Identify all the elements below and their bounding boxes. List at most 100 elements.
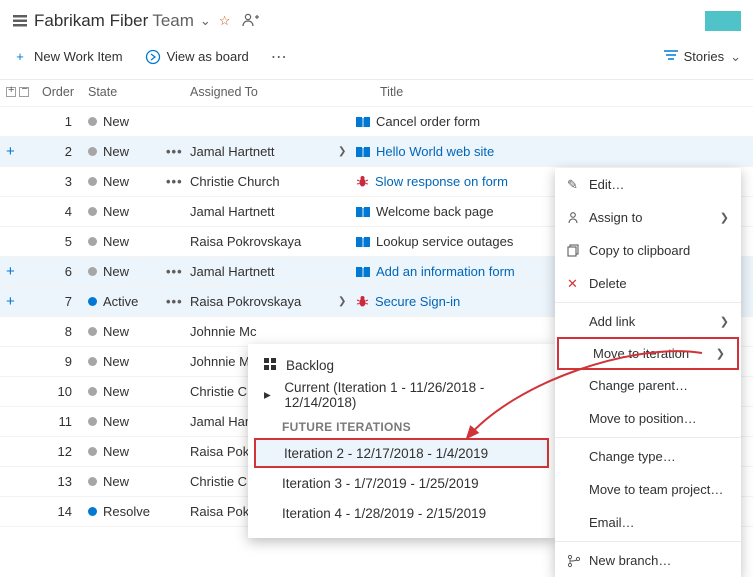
team-members-icon[interactable] bbox=[242, 13, 260, 30]
state-dot-icon bbox=[88, 267, 97, 276]
row-state: New bbox=[82, 144, 166, 159]
flyout-future-header: FUTURE ITERATIONS bbox=[248, 410, 555, 438]
add-child-icon[interactable]: + bbox=[6, 143, 15, 160]
expand-chevron-icon[interactable]: ❯ bbox=[338, 146, 352, 157]
row-more-icon[interactable]: ••• bbox=[166, 144, 190, 159]
view-as-board-label: View as board bbox=[167, 49, 249, 64]
column-assigned[interactable]: Assigned To bbox=[190, 85, 362, 99]
book-icon bbox=[356, 266, 370, 278]
flyout-iteration-3[interactable]: Iteration 3 - 1/7/2019 - 1/25/2019 bbox=[248, 468, 555, 498]
separator bbox=[555, 302, 741, 303]
add-child-icon[interactable]: + bbox=[6, 293, 15, 310]
state-dot-icon bbox=[88, 147, 97, 156]
row-order: 1 bbox=[38, 114, 82, 129]
team-label: Team bbox=[152, 11, 194, 31]
row-order: 10 bbox=[38, 384, 82, 399]
book-icon bbox=[356, 206, 370, 218]
column-state[interactable]: State bbox=[82, 85, 166, 99]
row-assigned: Christie Church bbox=[190, 174, 338, 189]
row-more-icon[interactable]: ••• bbox=[166, 294, 190, 309]
add-child-icon[interactable]: + bbox=[6, 263, 15, 280]
ctx-email[interactable]: Email… bbox=[555, 506, 741, 539]
row-order: 9 bbox=[38, 354, 82, 369]
table-row[interactable]: + 2 New ••• Jamal Hartnett ❯ Hello World… bbox=[0, 137, 753, 167]
row-assigned: Raisa Pokrovskaya bbox=[190, 234, 338, 249]
table-row[interactable]: + 1 New Cancel order form bbox=[0, 107, 753, 137]
row-title[interactable]: Cancel order form bbox=[352, 114, 747, 129]
flyout-current[interactable]: ▸ Current (Iteration 1 - 11/26/2018 - 12… bbox=[248, 380, 555, 410]
chevron-right-icon: ❯ bbox=[716, 347, 725, 360]
ctx-edit[interactable]: ✎ Edit… bbox=[555, 168, 741, 201]
flyout-backlog[interactable]: Backlog bbox=[248, 350, 555, 380]
copy-icon bbox=[567, 244, 589, 257]
column-order[interactable]: Order bbox=[38, 85, 82, 99]
plus-icon: + bbox=[12, 49, 28, 64]
new-work-item-button[interactable]: + New Work Item bbox=[12, 49, 123, 64]
ctx-change-parent[interactable]: Change parent… bbox=[555, 369, 741, 402]
separator bbox=[555, 437, 741, 438]
page-header: Fabrikam Fiber Team ⌄ ☆ bbox=[0, 0, 753, 38]
pencil-icon: ✎ bbox=[567, 177, 589, 193]
row-state: New bbox=[82, 474, 166, 489]
row-order: 7 bbox=[38, 294, 82, 309]
team-chevron-icon[interactable]: ⌄ bbox=[200, 13, 211, 29]
ctx-change-type[interactable]: Change type… bbox=[555, 440, 741, 473]
state-dot-icon bbox=[88, 117, 97, 126]
ctx-move-to-iteration[interactable]: Move to iteration ❯ bbox=[557, 337, 739, 370]
row-order: 6 bbox=[38, 264, 82, 279]
favorite-star-icon[interactable]: ☆ bbox=[219, 13, 231, 29]
row-state: New bbox=[82, 114, 166, 129]
separator bbox=[555, 541, 741, 542]
row-state: New bbox=[82, 174, 166, 189]
collapse-all-icon[interactable] bbox=[19, 87, 29, 97]
view-as-board-button[interactable]: View as board bbox=[145, 49, 249, 65]
state-dot-icon bbox=[88, 327, 97, 336]
flyout-iteration-2[interactable]: Iteration 2 - 12/17/2018 - 1/4/2019 bbox=[254, 438, 549, 468]
row-order: 13 bbox=[38, 474, 82, 489]
board-arrow-icon bbox=[145, 49, 161, 65]
row-state: New bbox=[82, 204, 166, 219]
row-order: 11 bbox=[38, 414, 82, 429]
stories-label: Stories bbox=[684, 49, 724, 64]
state-dot-icon bbox=[88, 177, 97, 186]
backlog-icon bbox=[12, 13, 28, 29]
ctx-copy[interactable]: Copy to clipboard bbox=[555, 234, 741, 267]
ctx-new-branch[interactable]: New branch… bbox=[555, 544, 741, 577]
toolbar-more-icon[interactable]: ⋯ bbox=[271, 47, 287, 67]
state-dot-icon bbox=[88, 297, 97, 306]
ctx-assign-to[interactable]: Assign to ❯ bbox=[555, 201, 741, 234]
ctx-delete[interactable]: ✕ Delete bbox=[555, 267, 741, 300]
row-order: 4 bbox=[38, 204, 82, 219]
row-state: New bbox=[82, 234, 166, 249]
new-work-item-label: New Work Item bbox=[34, 49, 123, 64]
row-state: New bbox=[82, 414, 166, 429]
state-dot-icon bbox=[88, 207, 97, 216]
row-state: New bbox=[82, 264, 166, 279]
row-order: 8 bbox=[38, 324, 82, 339]
team-name[interactable]: Fabrikam Fiber bbox=[34, 11, 148, 31]
ctx-move-team-project[interactable]: Move to team project… bbox=[555, 473, 741, 506]
row-more-icon[interactable]: ••• bbox=[166, 174, 190, 189]
column-title[interactable]: Title bbox=[376, 85, 747, 99]
caret-right-icon: ▸ bbox=[264, 387, 284, 403]
row-title[interactable]: Hello World web site bbox=[352, 144, 747, 159]
toolbar: + New Work Item View as board ⋯ Stories … bbox=[0, 38, 753, 80]
state-dot-icon bbox=[88, 387, 97, 396]
user-avatar[interactable] bbox=[705, 11, 741, 31]
state-dot-icon bbox=[88, 417, 97, 426]
ctx-move-position[interactable]: Move to position… bbox=[555, 402, 741, 435]
row-more-icon[interactable]: ••• bbox=[166, 264, 190, 279]
expand-all-icon[interactable] bbox=[6, 87, 16, 97]
state-dot-icon bbox=[88, 477, 97, 486]
delete-icon: ✕ bbox=[567, 276, 589, 292]
state-dot-icon bbox=[88, 447, 97, 456]
expand-chevron-icon[interactable]: ❯ bbox=[338, 296, 352, 307]
row-assigned: Raisa Pokrovskaya bbox=[190, 294, 338, 309]
book-icon bbox=[356, 236, 370, 248]
book-icon bbox=[356, 146, 370, 158]
stories-filter[interactable]: Stories ⌄ bbox=[664, 49, 741, 65]
row-order: 5 bbox=[38, 234, 82, 249]
ctx-add-link[interactable]: Add link ❯ bbox=[555, 305, 741, 338]
row-order: 3 bbox=[38, 174, 82, 189]
flyout-iteration-4[interactable]: Iteration 4 - 1/28/2019 - 2/15/2019 bbox=[248, 498, 555, 528]
